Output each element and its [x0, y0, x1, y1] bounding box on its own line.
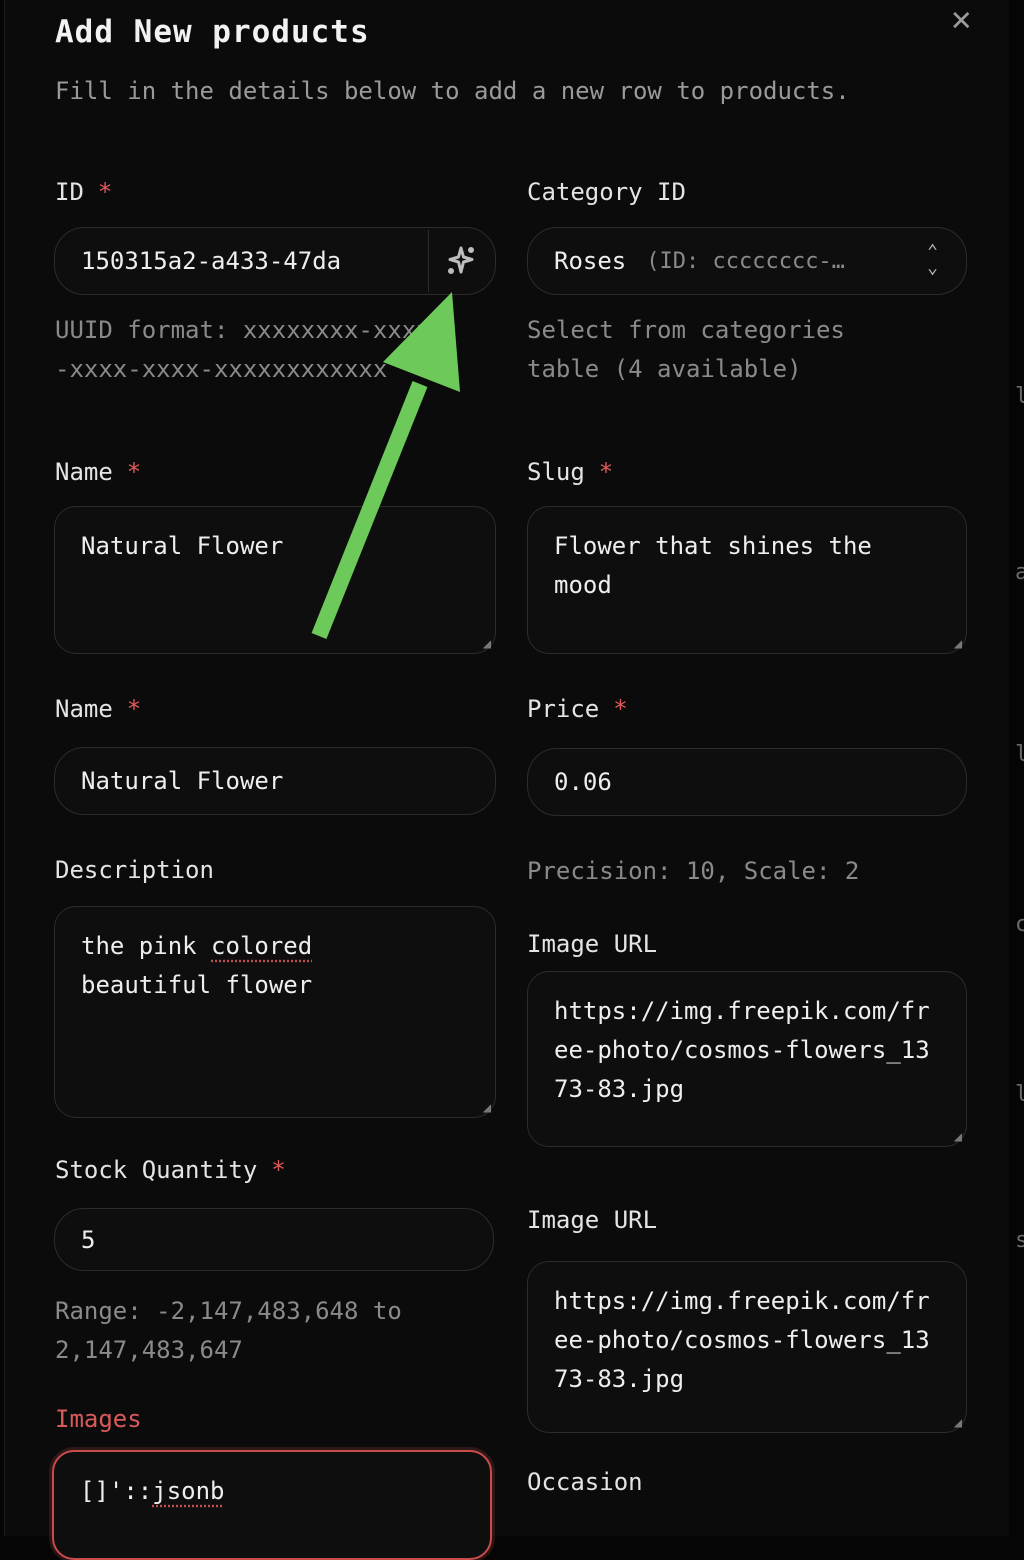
slug-textarea-value: Flower that shines the mood [554, 532, 872, 599]
spellcheck-word: jsonb [152, 1477, 225, 1505]
price-help: Precision: 10, Scale: 2 [527, 857, 860, 885]
resize-grip-icon[interactable]: ◢ [483, 1101, 491, 1115]
name-textarea-value: Natural Flower [81, 532, 284, 560]
slug-textarea[interactable]: Flower that shines the mood ◢ [527, 506, 967, 654]
images-label: Images [55, 1405, 142, 1433]
image-url-value: https://img.freepik.com/free-photo/cosmo… [554, 997, 930, 1103]
price-input[interactable]: 0.06 [527, 748, 967, 816]
price-label: Price * [527, 695, 628, 723]
id-help: UUID format: xxxxxxxx-xxxx-xxxx-xxxx-xxx… [55, 316, 431, 383]
stock-quantity-input[interactable]: 5 [54, 1208, 494, 1271]
generate-uuid-button[interactable] [428, 230, 493, 292]
image-url-textarea[interactable]: https://img.freepik.com/free-photo/cosmo… [527, 1261, 967, 1433]
required-marker: * [126, 458, 142, 486]
image-url-value: https://img.freepik.com/free-photo/cosmo… [554, 1287, 930, 1393]
resize-grip-icon[interactable]: ◢ [954, 1416, 962, 1430]
required-marker: * [126, 695, 142, 723]
stock-quantity-help: Range: -2,147,483,648 to 2,147,483,647 [55, 1297, 402, 1364]
resize-grip-icon[interactable]: ◢ [483, 637, 491, 651]
close-icon[interactable]: ✕ [951, 2, 971, 36]
category-id-hint: (ID: cccccccc-… [646, 248, 845, 274]
image-url-label: Image URL [527, 930, 658, 958]
price-input-value: 0.06 [554, 768, 612, 796]
category-selected-value: Roses [554, 247, 627, 275]
description-label: Description [55, 856, 214, 884]
spellcheck-word: colored [211, 932, 313, 960]
category-help: Select from categories table (4 availabl… [527, 316, 845, 383]
stock-quantity-label: Stock Quantity * [55, 1156, 286, 1184]
category-select[interactable]: Roses (ID: cccccccc-… ⌃ ⌄ [527, 227, 967, 295]
image-url-textarea[interactable]: https://img.freepik.com/free-photo/cosmo… [527, 971, 967, 1147]
resize-grip-icon[interactable]: ◢ [954, 1130, 962, 1144]
add-product-dialog: Add New products ✕ Fill in the details b… [4, 0, 1010, 1560]
stock-quantity-value: 5 [81, 1225, 96, 1254]
background-window-edge: l a l c l s [1009, 0, 1024, 1536]
slug-label: Slug * [527, 458, 614, 486]
id-input-value: 150315a2-a433-47da [81, 247, 342, 275]
required-marker: * [598, 458, 614, 486]
name-textarea[interactable]: Natural Flower ◢ [54, 506, 496, 654]
required-marker: * [97, 178, 113, 206]
required-marker: * [613, 695, 628, 723]
name-label: Name * [55, 458, 142, 486]
description-textarea[interactable]: the pink colored beautiful flower ◢ [54, 906, 496, 1118]
id-label: ID * [55, 178, 113, 206]
dialog-subtitle: Fill in the details below to add a new r… [55, 77, 850, 105]
image-url-label: Image URL [527, 1206, 658, 1234]
description-text-line2: beautiful flower [81, 971, 313, 999]
sparkle-icon [448, 246, 474, 274]
images-value-prefix: []':: [80, 1477, 153, 1505]
resize-grip-icon[interactable]: ◢ [954, 637, 962, 651]
occasion-label: Occasion [527, 1468, 643, 1496]
images-textarea[interactable]: []'::jsonb [52, 1450, 492, 1560]
category-label: Category ID [527, 178, 686, 206]
name-input-value: Natural Flower [81, 767, 284, 795]
required-marker: * [271, 1156, 286, 1184]
description-text-part: the pink [81, 932, 212, 960]
dialog-title: Add New products [55, 14, 370, 50]
name-label: Name * [55, 695, 142, 723]
id-input[interactable]: 150315a2-a433-47da [54, 227, 496, 295]
name-input[interactable]: Natural Flower [54, 747, 496, 815]
chevron-up-down-icon: ⌃ ⌄ [927, 241, 938, 278]
